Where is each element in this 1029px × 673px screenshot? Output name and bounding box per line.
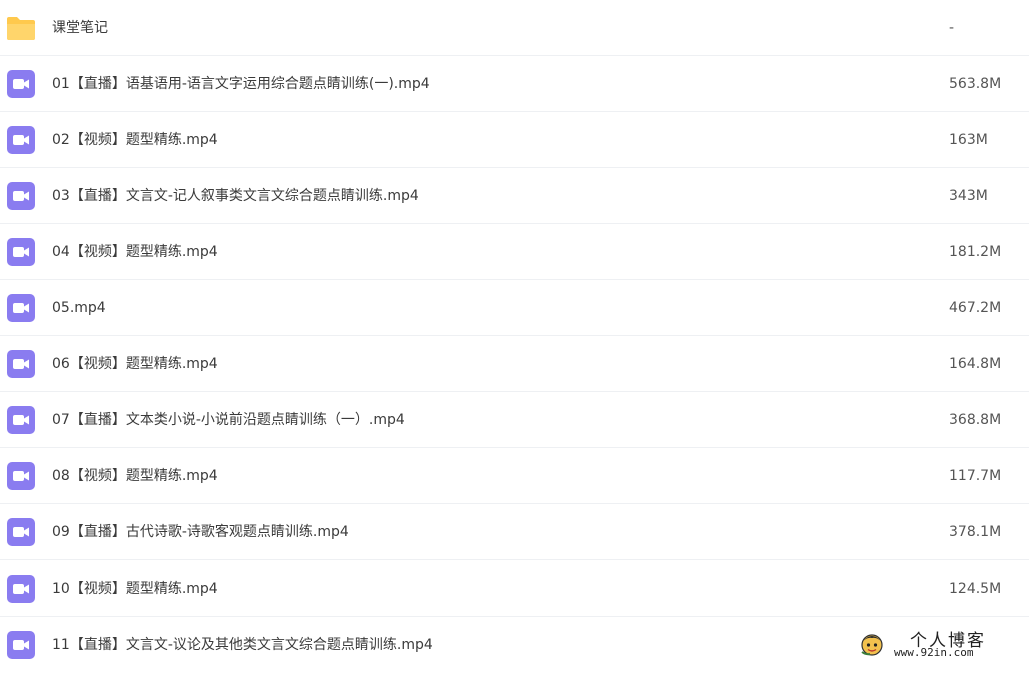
video-file-row[interactable]: 04【视频】题型精练.mp4 181.2M — [0, 224, 1029, 280]
file-size: 117.7M — [949, 468, 1002, 484]
video-file-row[interactable]: 07【直播】文本类小说-小说前沿题点睛训练（一）.mp4 368.8M — [0, 392, 1029, 448]
file-name: 07【直播】文本类小说-小说前沿题点睛训练（一）.mp4 — [52, 412, 405, 428]
folder-icon — [7, 17, 35, 40]
video-file-icon — [7, 462, 35, 490]
file-size: 124.5M — [949, 581, 1002, 597]
file-name: 01【直播】语基语用-语言文字运用综合题点睛训练(一).mp4 — [52, 76, 430, 92]
video-file-row[interactable]: 05.mp4 467.2M — [0, 280, 1029, 336]
video-file-icon — [7, 575, 35, 603]
video-file-icon — [7, 350, 35, 378]
file-size: - — [949, 20, 955, 36]
file-size: 378.1M — [949, 524, 1002, 540]
file-name: 课堂笔记 — [52, 20, 108, 36]
video-file-row[interactable]: 08【视频】题型精练.mp4 117.7M — [0, 448, 1029, 504]
file-size: 467.2M — [949, 300, 1002, 316]
file-size: 368.8M — [949, 412, 1002, 428]
video-file-icon — [7, 406, 35, 434]
watermark: 个人博客 www.92in.com — [858, 626, 1026, 662]
video-file-row[interactable]: 09【直播】古代诗歌-诗歌客观题点睛训练.mp4 378.1M — [0, 504, 1029, 560]
video-file-icon — [7, 294, 35, 322]
video-file-row[interactable]: 10【视频】题型精练.mp4 124.5M — [0, 561, 1029, 617]
folder-row[interactable]: 课堂笔记 - — [0, 0, 1029, 56]
video-file-icon — [7, 631, 35, 659]
file-size: 163M — [949, 132, 988, 148]
video-file-row[interactable]: 06【视频】题型精练.mp4 164.8M — [0, 336, 1029, 392]
video-file-icon — [7, 518, 35, 546]
mascot-logo-icon — [861, 634, 883, 656]
video-file-icon — [7, 182, 35, 210]
file-name: 04【视频】题型精练.mp4 — [52, 244, 218, 260]
video-file-icon — [7, 126, 35, 154]
file-name: 05.mp4 — [52, 300, 106, 316]
file-name: 02【视频】题型精练.mp4 — [52, 132, 218, 148]
video-file-icon — [7, 238, 35, 266]
video-file-icon — [7, 70, 35, 98]
file-size: 164.8M — [949, 356, 1002, 372]
file-size: 181.2M — [949, 244, 1002, 260]
video-file-row[interactable]: 01【直播】语基语用-语言文字运用综合题点睛训练(一).mp4 563.8M — [0, 56, 1029, 112]
video-file-row[interactable]: 02【视频】题型精练.mp4 163M — [0, 112, 1029, 168]
file-name: 10【视频】题型精练.mp4 — [52, 581, 218, 597]
watermark-url: www.92in.com — [894, 646, 974, 659]
file-name: 08【视频】题型精练.mp4 — [52, 468, 218, 484]
file-size: 563.8M — [949, 76, 1002, 92]
file-name: 03【直播】文言文-记人叙事类文言文综合题点睛训练.mp4 — [52, 188, 419, 204]
file-name: 09【直播】古代诗歌-诗歌客观题点睛训练.mp4 — [52, 524, 349, 540]
video-file-row[interactable]: 03【直播】文言文-记人叙事类文言文综合题点睛训练.mp4 343M — [0, 168, 1029, 224]
file-size: 343M — [949, 188, 988, 204]
file-name: 06【视频】题型精练.mp4 — [52, 356, 218, 372]
